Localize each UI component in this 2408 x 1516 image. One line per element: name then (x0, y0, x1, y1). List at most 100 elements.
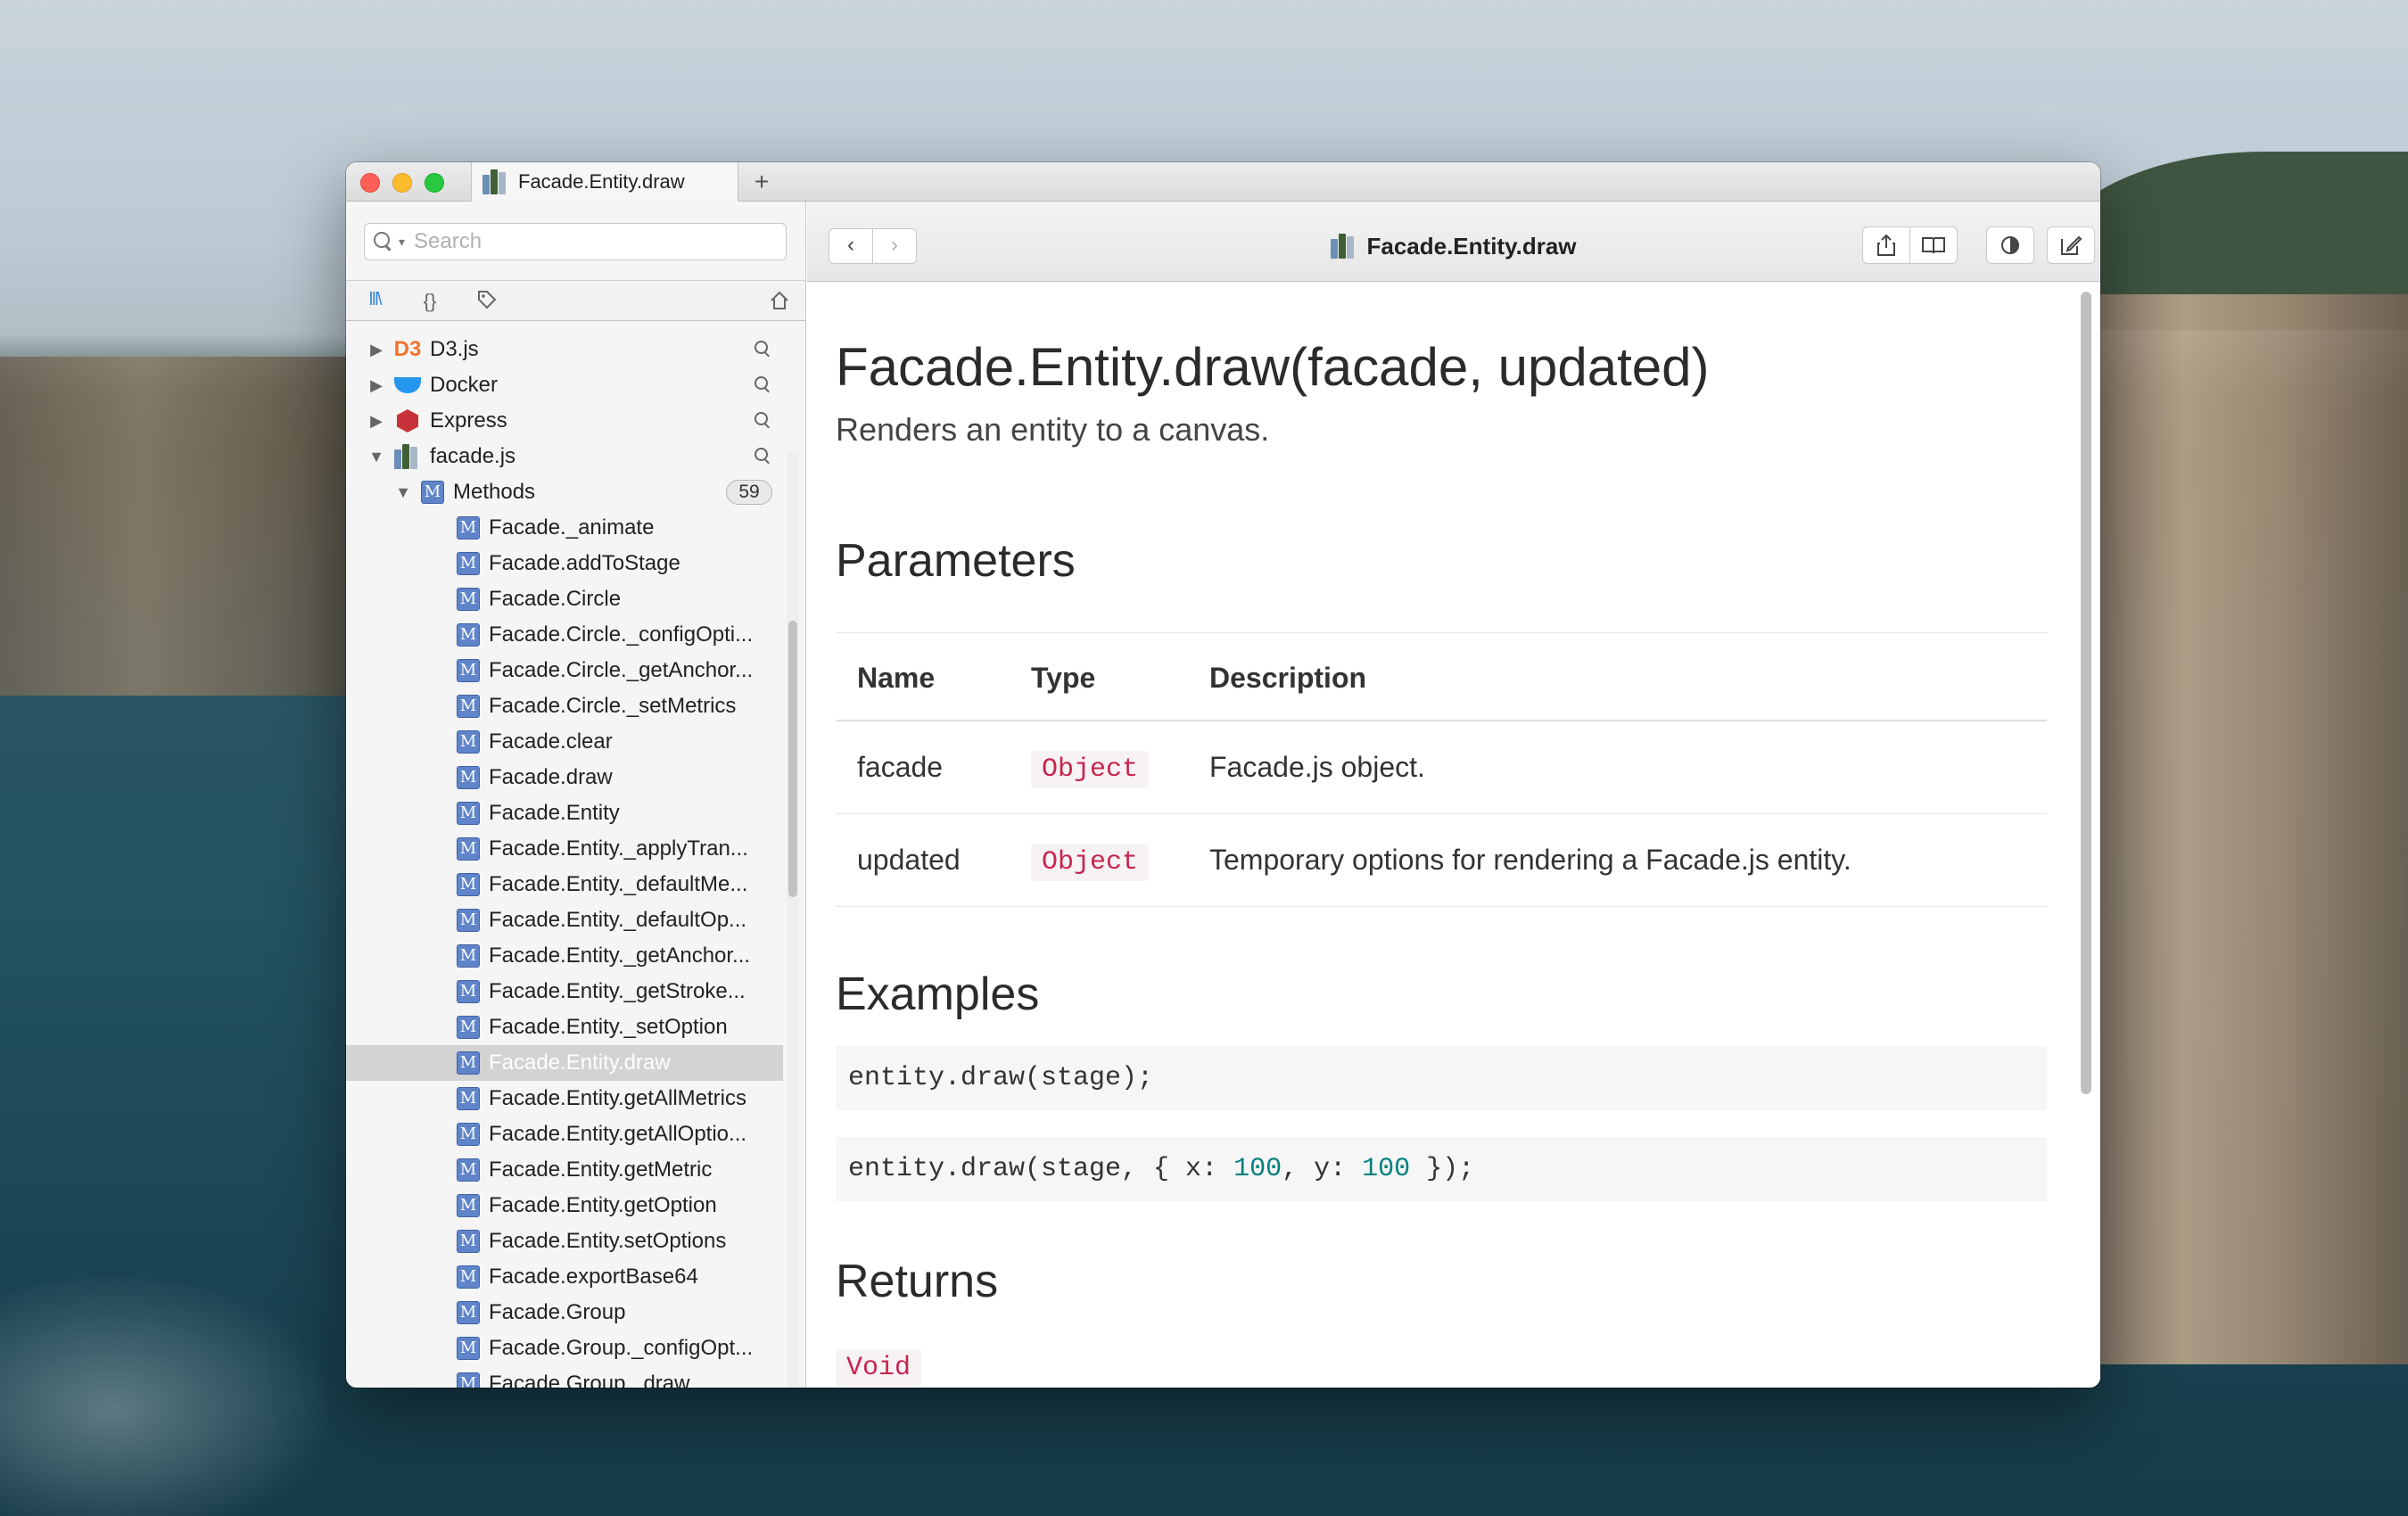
code-text: entity.draw(stage, { x: (848, 1154, 1234, 1184)
minimize-window-button[interactable] (392, 173, 412, 193)
search-icon[interactable] (755, 376, 772, 394)
search-input[interactable] (414, 229, 771, 254)
method-item[interactable]: M Facade.Entity.getOption (346, 1188, 783, 1224)
return-type: Void (836, 1349, 922, 1387)
background-surf (0, 1248, 375, 1516)
docker-icon (394, 372, 421, 399)
method-item[interactable]: M Facade.Circle._getAnchor... (346, 653, 783, 688)
disclosure-triangle-expanded-icon[interactable]: ▼ (394, 483, 412, 502)
method-label: Facade.Entity._setOption (489, 1015, 728, 1039)
method-icon: M (457, 659, 480, 682)
method-label: Facade.Entity._getAnchor... (489, 943, 751, 968)
method-icon: M (457, 1230, 480, 1253)
close-window-button[interactable] (360, 173, 380, 193)
contrast-button[interactable] (1986, 227, 2034, 264)
method-item[interactable]: M Facade.clear (346, 724, 783, 760)
docset-d3[interactable]: ▶ D3 D3.js (346, 332, 783, 367)
method-icon: M (457, 1301, 480, 1324)
home-icon[interactable] (767, 290, 792, 313)
search-icon[interactable] (755, 412, 772, 430)
method-label: Facade.Entity.getAllMetrics (489, 1086, 746, 1110)
method-item[interactable]: M Facade.Group._draw (346, 1366, 783, 1388)
method-item[interactable]: M Facade.Group (346, 1295, 783, 1331)
books-icon (482, 169, 509, 194)
content-scrollbar-thumb[interactable] (2081, 292, 2091, 1094)
tag-icon[interactable] (474, 290, 499, 313)
method-item[interactable]: M Facade.Circle (346, 581, 783, 617)
method-item[interactable]: M Facade.Group._configOpt... (346, 1331, 783, 1366)
method-icon: M (457, 1087, 480, 1110)
method-icon: M (457, 1194, 480, 1217)
docset-facadejs[interactable]: ▼ facade.js (346, 439, 783, 474)
bookmark-icon (1922, 237, 1945, 254)
search-icon[interactable] (755, 341, 772, 358)
bookmark-button[interactable] (1909, 227, 1958, 264)
zoom-window-button[interactable] (425, 173, 444, 193)
examples-heading: Examples (836, 968, 1040, 1020)
app-window: Facade.Entity.draw + ▾ ǀǀǀ\ {} ▶ D3 D3.j… (346, 162, 2100, 1388)
method-label: Facade.Entity._getStroke... (489, 979, 746, 1003)
method-label: Facade.Group._configOpt... (489, 1336, 754, 1360)
table-row: facade Object Facade.js object. (836, 721, 2047, 814)
column-header: Type (1010, 632, 1188, 721)
method-item[interactable]: M Facade.Entity.setOptions (346, 1224, 783, 1259)
disclosure-triangle-icon[interactable]: ▶ (367, 341, 385, 359)
docset-label: facade.js (430, 444, 516, 468)
param-description: Temporary options for rendering a Facade… (1188, 813, 2047, 907)
braces-icon[interactable]: {} (417, 290, 442, 313)
group-methods[interactable]: ▼ M Methods 59 (346, 474, 783, 510)
returns-value: Void (836, 1349, 2047, 1387)
method-icon: M (457, 980, 480, 1003)
method-label: Facade.Entity._defaultOp... (489, 908, 747, 932)
annotate-button[interactable] (2047, 227, 2095, 264)
share-icon (1877, 234, 1895, 256)
method-label: Facade.draw (489, 765, 613, 789)
sidebar-scrollbar[interactable] (787, 451, 799, 1388)
param-type: Object (1031, 844, 1150, 881)
new-tab-button[interactable]: + (746, 166, 778, 198)
method-item[interactable]: M Facade.Circle._configOpti... (346, 617, 783, 653)
docset-express[interactable]: ▶ Express (346, 403, 783, 439)
method-item[interactable]: M Facade.Entity._getAnchor... (346, 938, 783, 974)
disclosure-triangle-expanded-icon[interactable]: ▼ (367, 448, 385, 466)
method-item[interactable]: M Facade.exportBase64 (346, 1259, 783, 1295)
method-label: Facade.Circle._getAnchor... (489, 658, 754, 682)
method-item[interactable]: M Facade.Entity._defaultMe... (346, 867, 783, 902)
docsets-icon[interactable]: ǀǀǀ\ (362, 290, 387, 313)
code-example: entity.draw(stage, { x: 100, y: 100 }); (836, 1137, 2047, 1201)
sidebar-scrollbar-thumb[interactable] (788, 621, 797, 897)
method-item[interactable]: M Facade.Entity (346, 795, 783, 831)
method-item[interactable]: M Facade.Entity.getAllMetrics (346, 1081, 783, 1116)
content-scrollbar[interactable] (2081, 292, 2093, 1094)
disclosure-triangle-icon[interactable]: ▶ (367, 376, 385, 395)
docset-docker[interactable]: ▶ Docker (346, 367, 783, 403)
method-item[interactable]: M Facade.Entity._defaultOp... (346, 902, 783, 938)
method-item[interactable]: M Facade.Entity._applyTran... (346, 831, 783, 867)
documentation-content: Facade.Entity.draw(facade, updated) Rend… (807, 283, 2100, 1388)
method-item[interactable]: M Facade.Circle._setMetrics (346, 688, 783, 724)
param-type: Object (1031, 751, 1150, 788)
search-icon[interactable] (755, 448, 772, 466)
method-label: Facade.Circle (489, 587, 622, 611)
page-title-text: Facade.Entity.draw (1366, 232, 1577, 260)
disclosure-triangle-icon[interactable]: ▶ (367, 412, 385, 431)
method-item[interactable]: M Facade._animate (346, 510, 783, 546)
method-item[interactable]: M Facade.addToStage (346, 546, 783, 581)
search-icon (372, 230, 399, 253)
code-example: entity.draw(stage); (836, 1046, 2047, 1110)
method-item[interactable]: M Facade.draw (346, 760, 783, 795)
method-item[interactable]: M Facade.Entity.draw (346, 1045, 783, 1081)
tab-facade-entity-draw[interactable]: Facade.Entity.draw (471, 162, 738, 202)
chevron-down-icon[interactable]: ▾ (399, 235, 405, 250)
method-icon: M (457, 623, 480, 647)
parameters-table: Name Type Description facade Object Faca… (836, 632, 2047, 907)
method-item[interactable]: M Facade.Entity.getAllOptio... (346, 1116, 783, 1152)
method-item[interactable]: M Facade.Entity._setOption (346, 1009, 783, 1045)
share-button[interactable] (1862, 227, 1910, 264)
method-item[interactable]: M Facade.Entity.getMetric (346, 1152, 783, 1188)
method-icon: M (457, 1372, 480, 1388)
search-field[interactable]: ▾ (364, 223, 787, 260)
doc-summary: Renders an entity to a canvas. (836, 411, 1270, 448)
method-icon: M (457, 1051, 480, 1075)
method-item[interactable]: M Facade.Entity._getStroke... (346, 974, 783, 1009)
